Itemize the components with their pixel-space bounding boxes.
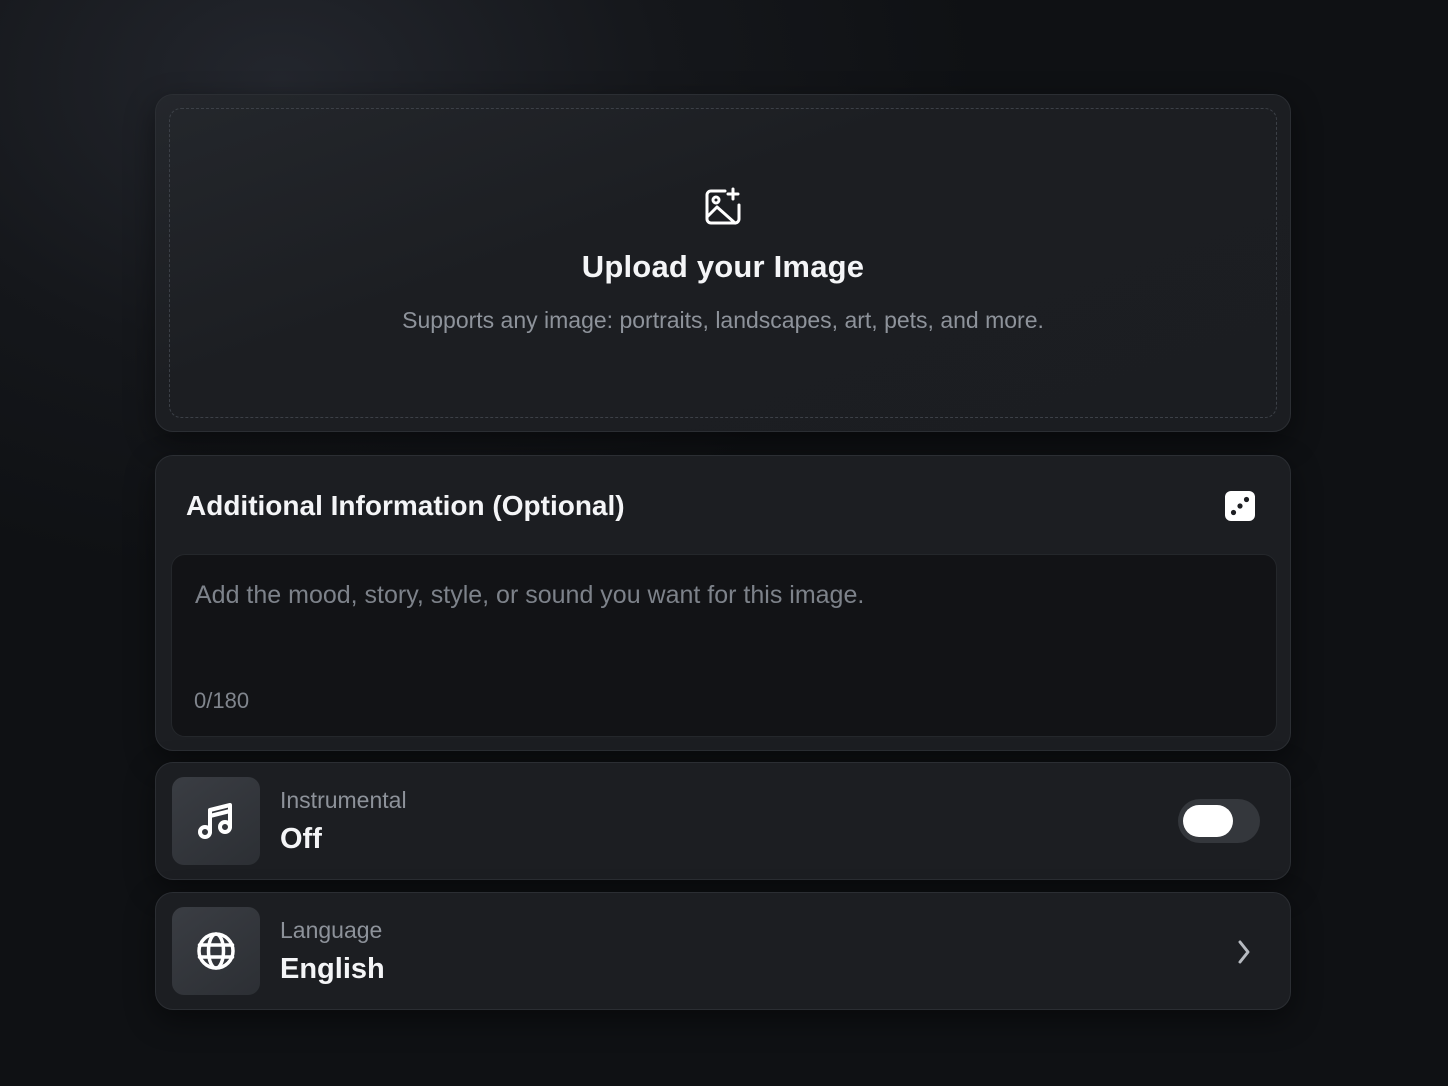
upload-subtitle: Supports any image: portraits, landscape… [402,307,1044,333]
dice-icon[interactable] [1224,490,1256,522]
language-setting-row[interactable]: Language English [155,892,1291,1010]
instrumental-setting-row: Instrumental Off [155,762,1291,880]
image-upload-dropzone[interactable]: Upload your Image Supports any image: po… [169,108,1277,418]
instrumental-label: Instrumental [280,787,407,813]
globe-icon [172,907,260,995]
upload-title: Upload your Image [581,249,865,284]
additional-info-title: Additional Information (Optional) [186,490,625,521]
upload-card: Upload your Image Supports any image: po… [155,94,1291,432]
instrumental-value: Off [280,823,322,855]
language-value: English [280,953,385,985]
char-count: 0/180 [194,688,250,713]
additional-info-textarea[interactable]: Add the mood, story, style, or sound you… [171,554,1277,737]
additional-info-card: Additional Information (Optional) Add th… [155,455,1291,751]
toggle-knob [1183,805,1233,837]
image-plus-icon [703,187,743,227]
language-label: Language [280,917,383,943]
music-note-icon [172,777,260,865]
chevron-right-icon[interactable] [1234,937,1254,967]
additional-info-placeholder: Add the mood, story, style, or sound you… [195,581,865,609]
instrumental-toggle[interactable] [1178,799,1260,843]
